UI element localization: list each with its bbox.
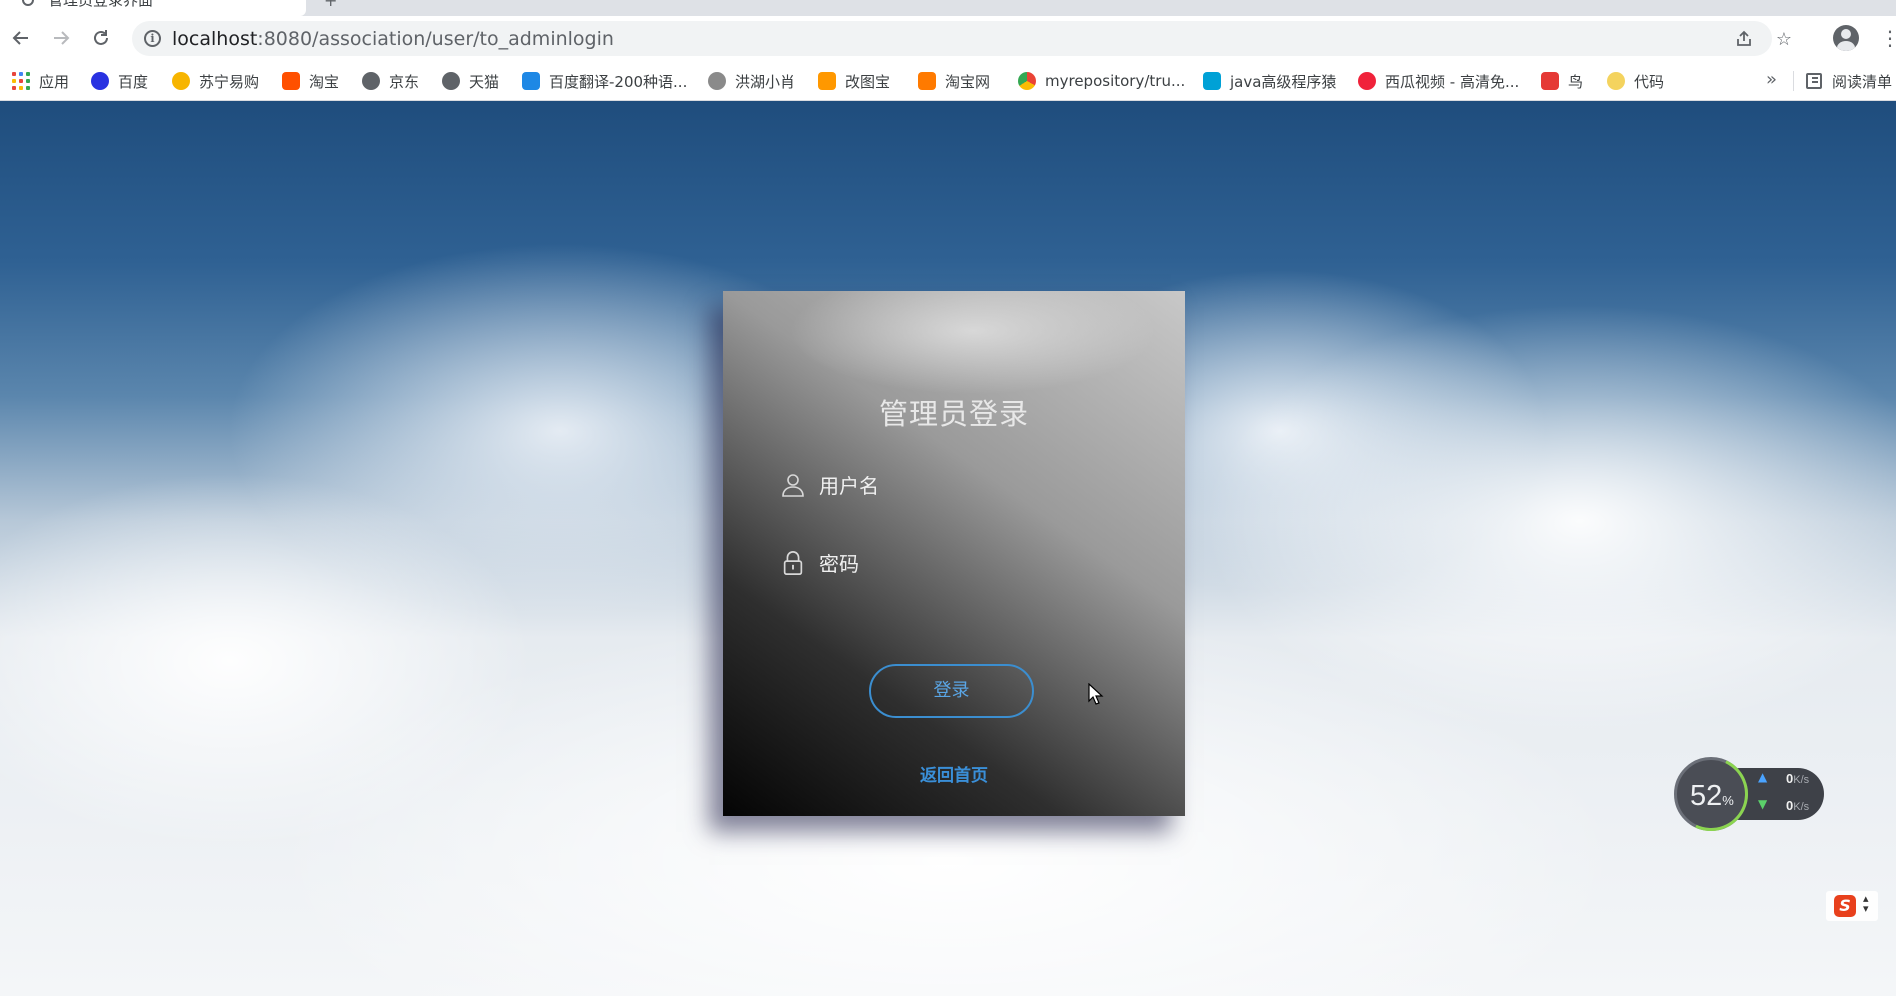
bookmark-myrepository[interactable]: myrepository/tru... bbox=[1018, 68, 1185, 94]
bookmark-label: 洪湖小肖 bbox=[735, 72, 796, 91]
bird-icon bbox=[708, 72, 726, 90]
login-card: 管理员登录 用户名 密码 登录 返回首页 bbox=[723, 291, 1185, 816]
reading-list-label: 阅读清单 bbox=[1832, 72, 1893, 91]
bookmark-label: 百度翻译-200种语... bbox=[549, 72, 688, 91]
bookmark-xigua[interactable]: 西瓜视频 - 高清免... bbox=[1358, 68, 1519, 94]
reading-list-button[interactable]: 阅读清单 bbox=[1806, 68, 1892, 94]
bookmark-tmall[interactable]: 天猫 bbox=[442, 68, 499, 94]
baidu-paw-icon bbox=[91, 72, 109, 90]
mouse-cursor-icon bbox=[1088, 683, 1104, 705]
memory-gauge: 52% bbox=[1663, 746, 1759, 842]
bookmark-label: 苏宁易购 bbox=[199, 72, 260, 91]
bookmark-gaitubao[interactable]: 改图宝 bbox=[818, 68, 890, 94]
bookmark-label: 天猫 bbox=[469, 72, 500, 91]
bookmark-label: java高级程序猿 bbox=[1230, 72, 1337, 91]
page-title: 管理员登录 bbox=[878, 397, 1029, 431]
bookmark-label: myrepository/tru... bbox=[1045, 72, 1186, 90]
suning-icon bbox=[172, 72, 190, 90]
arrow-right-icon[interactable] bbox=[47, 24, 75, 52]
password-field[interactable]: 密码 bbox=[781, 544, 1111, 582]
user-icon bbox=[782, 474, 804, 497]
moon-icon bbox=[1607, 72, 1625, 90]
globe-icon bbox=[362, 72, 380, 90]
bookmark-honghu[interactable]: 洪湖小肖 bbox=[708, 68, 795, 94]
bookmark-taobao[interactable]: 淘宝 bbox=[282, 68, 339, 94]
globe-icon bbox=[22, 0, 34, 6]
back-home-link[interactable]: 返回首页 bbox=[723, 761, 1185, 786]
bookmark-jd[interactable]: 京东 bbox=[362, 68, 419, 94]
divider bbox=[1793, 71, 1794, 91]
taobao-icon bbox=[918, 72, 936, 90]
more-menu-icon[interactable]: ⋮ bbox=[1880, 26, 1896, 50]
xigua-icon bbox=[1358, 72, 1376, 90]
profile-avatar[interactable] bbox=[1833, 25, 1859, 51]
bookmark-label: 百度 bbox=[118, 72, 149, 91]
bookmark-label: 西瓜视频 - 高清免... bbox=[1385, 72, 1520, 91]
download-speed: 0K/s bbox=[1786, 798, 1810, 813]
chrome-icon bbox=[1018, 72, 1036, 90]
bilibili-icon bbox=[1203, 72, 1221, 90]
bookmarks-overflow-button[interactable]: » bbox=[1766, 69, 1777, 90]
reload-icon[interactable] bbox=[87, 24, 115, 52]
bookmark-code[interactable]: 代码 bbox=[1607, 68, 1664, 94]
lock-icon bbox=[783, 551, 803, 575]
apps-grid-icon bbox=[12, 72, 30, 90]
arrow-left-icon[interactable] bbox=[7, 24, 35, 52]
speed-widget[interactable]: ▲ 0K/s ▼ 0K/s 52% bbox=[1663, 746, 1824, 842]
page-background: 管理员登录 用户名 密码 登录 返回首页 ▲ 0K/s ▼ 0K/s 52% S… bbox=[0, 101, 1896, 996]
bookmark-baidu[interactable]: 百度 bbox=[91, 68, 148, 94]
memory-percent: 52% bbox=[1690, 780, 1734, 812]
bookmark-bird[interactable]: 鸟 bbox=[1541, 68, 1583, 94]
bookmark-label: 淘宝 bbox=[309, 72, 340, 91]
tab-title: 管理员登录界面 bbox=[48, 0, 154, 9]
tab-strip: 管理员登录界面 + bbox=[0, 0, 1896, 16]
bookmark-label: 代码 bbox=[1634, 72, 1665, 91]
upload-speed: 0K/s bbox=[1786, 771, 1810, 786]
reading-list-icon bbox=[1806, 73, 1822, 89]
globe-icon bbox=[442, 72, 460, 90]
taobao-icon bbox=[282, 72, 300, 90]
gaitubao-icon bbox=[818, 72, 836, 90]
address-bar[interactable]: i localhost:8080/association/user/to_adm… bbox=[132, 21, 1792, 56]
bookmarks-bar: 应用 百度 苏宁易购 淘宝 京东 天猫 百度翻译-200种语... 洪湖小肖 改… bbox=[0, 61, 1896, 101]
bookmark-suning[interactable]: 苏宁易购 bbox=[172, 68, 259, 94]
info-icon[interactable]: i bbox=[144, 30, 161, 47]
bookmark-baidu-translate[interactable]: 百度翻译-200种语... bbox=[522, 68, 687, 94]
sogou-ime-icon: S bbox=[1834, 895, 1856, 917]
bookmark-apps[interactable]: 应用 bbox=[12, 68, 69, 94]
upload-arrow-icon: ▲ bbox=[1758, 770, 1768, 784]
bookmark-label: 鸟 bbox=[1568, 72, 1584, 91]
download-arrow-icon: ▼ bbox=[1758, 797, 1768, 811]
password-input[interactable]: 密码 bbox=[819, 548, 859, 577]
url-text[interactable]: localhost:8080/association/user/to_admin… bbox=[172, 28, 614, 50]
ime-indicator[interactable]: S ▴ ▾ bbox=[1826, 891, 1878, 921]
login-button[interactable]: 登录 bbox=[869, 664, 1034, 718]
share-icon[interactable] bbox=[1732, 27, 1756, 51]
star-icon[interactable]: ☆ bbox=[1772, 27, 1796, 51]
translate-icon bbox=[522, 72, 540, 90]
bookmark-java[interactable]: java高级程序猿 bbox=[1203, 68, 1336, 94]
username-field[interactable]: 用户名 bbox=[781, 466, 1111, 504]
bookmark-taobao-net[interactable]: 淘宝网 bbox=[918, 68, 990, 94]
bird-icon bbox=[1541, 72, 1559, 90]
bookmark-label: 京东 bbox=[389, 72, 420, 91]
bookmark-label: 淘宝网 bbox=[945, 72, 991, 91]
ime-toggle-icon[interactable]: ▴ ▾ bbox=[1863, 893, 1869, 914]
bookmark-label: 改图宝 bbox=[845, 72, 891, 91]
bookmark-label: 应用 bbox=[39, 72, 70, 91]
browser-toolbar: i localhost:8080/association/user/to_adm… bbox=[0, 16, 1896, 61]
plus-icon[interactable]: + bbox=[324, 0, 337, 10]
username-input[interactable]: 用户名 bbox=[819, 470, 879, 499]
tab-admin-login[interactable]: 管理员登录界面 bbox=[0, 0, 306, 16]
